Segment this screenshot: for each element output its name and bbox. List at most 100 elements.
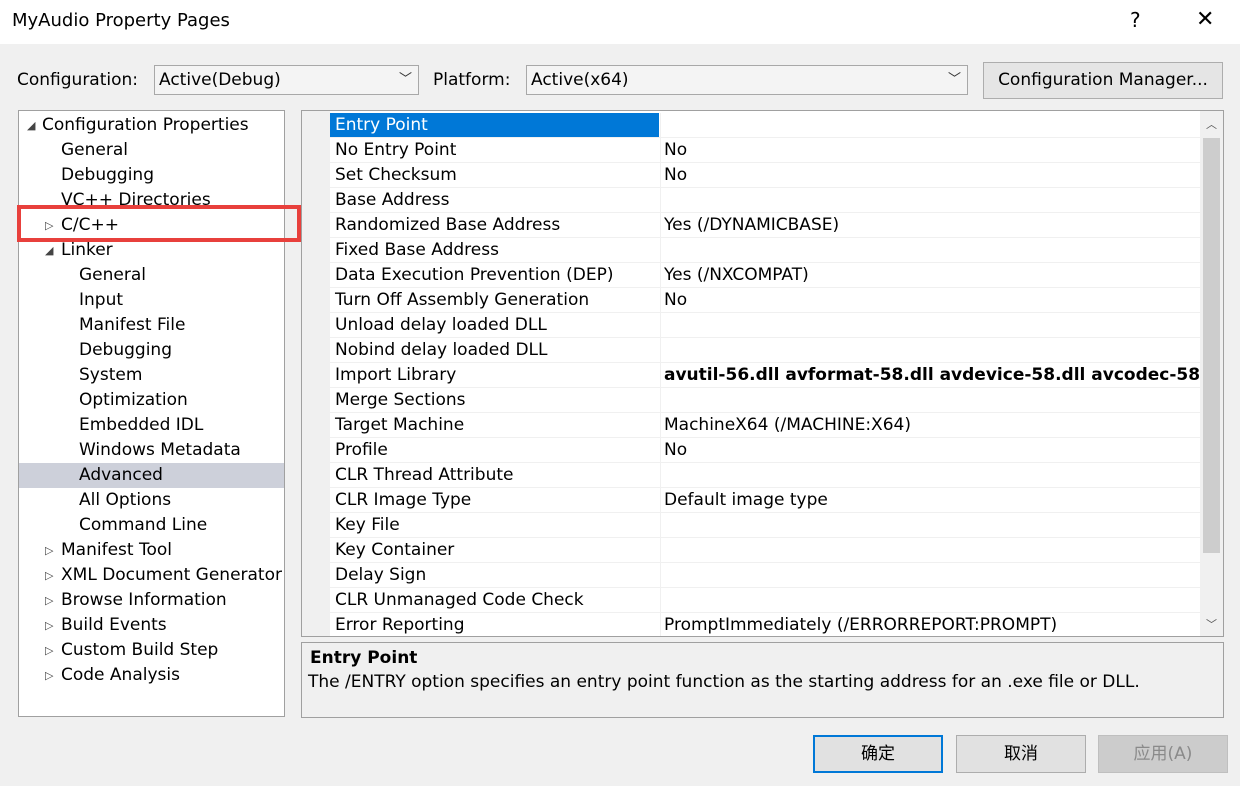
property-value[interactable]: [660, 513, 1200, 537]
tree-item-vc-directories[interactable]: VC++ Directories: [19, 188, 284, 213]
property-name[interactable]: Data Execution Prevention (DEP): [330, 263, 659, 287]
property-value[interactable]: [660, 388, 1200, 412]
property-value[interactable]: Default image type: [660, 488, 1200, 512]
property-name[interactable]: Set Checksum: [330, 163, 659, 187]
expanded-triangle-icon[interactable]: ◢: [27, 113, 35, 138]
collapsed-triangle-icon[interactable]: ▷: [45, 638, 53, 663]
property-name[interactable]: Delay Sign: [330, 563, 659, 587]
property-row-nobind-delay-loaded-dll[interactable]: Nobind delay loaded DLL: [330, 338, 1200, 363]
property-row-no-entry-point[interactable]: No Entry Point No: [330, 138, 1200, 163]
property-value[interactable]: No: [660, 438, 1200, 462]
tree-item-manifest-tool[interactable]: ▷ Manifest Tool: [19, 538, 284, 563]
tree-item-configuration-properties[interactable]: ◢ Configuration Properties: [19, 113, 284, 138]
expanded-triangle-icon[interactable]: ◢: [45, 238, 53, 263]
property-row-clr-image-type[interactable]: CLR Image Type Default image type: [330, 488, 1200, 513]
tree-item-linker[interactable]: ◢ Linker: [19, 238, 284, 263]
property-row-base-address[interactable]: Base Address: [330, 188, 1200, 213]
collapsed-triangle-icon[interactable]: ▷: [45, 538, 53, 563]
tree-item-linker-windows-metadata[interactable]: Windows Metadata: [19, 438, 284, 463]
property-value[interactable]: [660, 588, 1200, 612]
tree-item-linker-debugging[interactable]: Debugging: [19, 338, 284, 363]
tree-item-code-analysis[interactable]: ▷ Code Analysis: [19, 663, 284, 688]
configuration-dropdown[interactable]: Active(Debug) ﹀: [154, 65, 419, 95]
tree-item-custom-build-step[interactable]: ▷ Custom Build Step: [19, 638, 284, 663]
property-row-target-machine[interactable]: Target Machine MachineX64 (/MACHINE:X64): [330, 413, 1200, 438]
tree-item-linker-system[interactable]: System: [19, 363, 284, 388]
property-name[interactable]: CLR Image Type: [330, 488, 659, 512]
ok-button[interactable]: 确定: [813, 735, 943, 773]
property-name[interactable]: No Entry Point: [330, 138, 659, 162]
scroll-down-icon[interactable]: ﹀: [1200, 614, 1223, 636]
configuration-manager-button[interactable]: Configuration Manager...: [983, 62, 1223, 99]
property-row-randomized-base-address[interactable]: Randomized Base Address Yes (/DYNAMICBAS…: [330, 213, 1200, 238]
property-name[interactable]: Base Address: [330, 188, 659, 212]
property-name[interactable]: Key File: [330, 513, 659, 537]
apply-button[interactable]: 应用(A): [1098, 735, 1228, 773]
tree-item-linker-all-options[interactable]: All Options: [19, 488, 284, 513]
collapsed-triangle-icon[interactable]: ▷: [45, 663, 53, 688]
property-value[interactable]: PromptImmediately (/ERRORREPORT:PROMPT): [660, 613, 1200, 636]
property-name[interactable]: Key Container: [330, 538, 659, 562]
tree-item-linker-manifest-file[interactable]: Manifest File: [19, 313, 284, 338]
property-row-import-library[interactable]: Import Library avutil-56.dll avformat-58…: [330, 363, 1200, 388]
property-row-clr-unmanaged-code-check[interactable]: CLR Unmanaged Code Check: [330, 588, 1200, 613]
property-name[interactable]: Entry Point: [330, 113, 659, 137]
collapsed-triangle-icon[interactable]: ▷: [45, 613, 53, 638]
property-row-entry-point[interactable]: Entry Point ﹀: [330, 113, 1223, 138]
property-name[interactable]: Randomized Base Address: [330, 213, 659, 237]
property-name[interactable]: Merge Sections: [330, 388, 659, 412]
property-row-turn-off-assembly-generation[interactable]: Turn Off Assembly Generation No: [330, 288, 1200, 313]
tree-item-linker-input[interactable]: Input: [19, 288, 284, 313]
property-row-error-reporting[interactable]: Error Reporting PromptImmediately (/ERRO…: [330, 613, 1200, 636]
help-icon[interactable]: ?: [1130, 8, 1141, 32]
scroll-up-icon[interactable]: ︿: [1200, 114, 1223, 136]
tree-item-browse-information[interactable]: ▷ Browse Information: [19, 588, 284, 613]
property-name[interactable]: Fixed Base Address: [330, 238, 659, 262]
property-name[interactable]: Target Machine: [330, 413, 659, 437]
property-row-key-file[interactable]: Key File: [330, 513, 1200, 538]
property-value[interactable]: avutil-56.dll avformat-58.dll avdevice-5…: [660, 363, 1200, 387]
property-row-delay-sign[interactable]: Delay Sign: [330, 563, 1200, 588]
property-name[interactable]: Unload delay loaded DLL: [330, 313, 659, 337]
tree-item-build-events[interactable]: ▷ Build Events: [19, 613, 284, 638]
property-name[interactable]: Nobind delay loaded DLL: [330, 338, 659, 362]
tree-item-linker-command-line[interactable]: Command Line: [19, 513, 284, 538]
tree-item-linker-optimization[interactable]: Optimization: [19, 388, 284, 413]
collapsed-triangle-icon[interactable]: ▷: [45, 588, 53, 613]
close-icon[interactable]: ✕: [1196, 7, 1214, 32]
cancel-button[interactable]: 取消: [956, 735, 1086, 773]
property-row-unload-delay-loaded-dll[interactable]: Unload delay loaded DLL: [330, 313, 1200, 338]
property-row-merge-sections[interactable]: Merge Sections: [330, 388, 1200, 413]
property-value[interactable]: Yes (/DYNAMICBASE): [660, 213, 1200, 237]
property-value[interactable]: [660, 538, 1200, 562]
property-value[interactable]: No: [660, 138, 1200, 162]
property-row-clr-thread-attribute[interactable]: CLR Thread Attribute: [330, 463, 1200, 488]
property-value[interactable]: [660, 238, 1200, 262]
property-value[interactable]: [660, 113, 1200, 137]
property-name[interactable]: CLR Unmanaged Code Check: [330, 588, 659, 612]
property-value[interactable]: [660, 338, 1200, 362]
tree-item-c-cpp[interactable]: ▷ C/C++: [19, 213, 284, 238]
property-name[interactable]: Import Library: [330, 363, 659, 387]
property-name[interactable]: Profile: [330, 438, 659, 462]
property-row-dep[interactable]: Data Execution Prevention (DEP) Yes (/NX…: [330, 263, 1200, 288]
property-value[interactable]: [660, 463, 1200, 487]
scrollbar-thumb[interactable]: [1203, 138, 1220, 553]
property-value[interactable]: [660, 188, 1200, 212]
property-name[interactable]: Error Reporting: [330, 613, 659, 636]
tree-item-debugging[interactable]: Debugging: [19, 163, 284, 188]
property-value[interactable]: Yes (/NXCOMPAT): [660, 263, 1200, 287]
property-value[interactable]: [660, 313, 1200, 337]
tree-item-general[interactable]: General: [19, 138, 284, 163]
tree-item-linker-general[interactable]: General: [19, 263, 284, 288]
collapsed-triangle-icon[interactable]: ▷: [45, 563, 53, 588]
property-value[interactable]: MachineX64 (/MACHINE:X64): [660, 413, 1200, 437]
property-name[interactable]: Turn Off Assembly Generation: [330, 288, 659, 312]
property-name[interactable]: CLR Thread Attribute: [330, 463, 659, 487]
tree-item-linker-embedded-idl[interactable]: Embedded IDL: [19, 413, 284, 438]
property-row-set-checksum[interactable]: Set Checksum No: [330, 163, 1200, 188]
property-value[interactable]: [660, 563, 1200, 587]
property-row-fixed-base-address[interactable]: Fixed Base Address: [330, 238, 1200, 263]
tree-item-xml-document-generator[interactable]: ▷ XML Document Generator: [19, 563, 284, 588]
collapsed-triangle-icon[interactable]: ▷: [45, 213, 53, 238]
